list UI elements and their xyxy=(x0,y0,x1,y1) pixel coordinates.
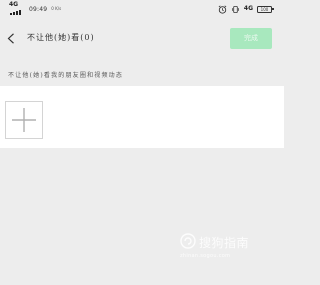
signal-bars xyxy=(10,9,21,15)
battery-level: 100 xyxy=(260,6,269,12)
status-bar: 4G 09:49 0 K/s 4G 100 xyxy=(0,0,284,18)
status-left: 4G 09:49 0 K/s xyxy=(9,1,62,15)
watermark-name: 搜狗指南 xyxy=(199,236,250,250)
signal-icon: 4G xyxy=(9,1,25,15)
battery-icon: 100 xyxy=(257,5,274,13)
network-type: 4G xyxy=(9,1,19,8)
watermark-url: zhinan.sogou.com xyxy=(180,253,231,259)
status-right: 4G 100 xyxy=(218,3,274,15)
watermark-logo xyxy=(180,233,196,249)
net-speed: 0 K/s xyxy=(51,6,62,11)
page-title: 不让他(她)看(0) xyxy=(27,33,95,42)
back-arrow-icon[interactable] xyxy=(7,33,15,44)
clock: 09:49 xyxy=(29,5,48,13)
vibrate-icon xyxy=(231,5,239,13)
done-button[interactable]: 完成 xyxy=(230,28,272,49)
add-member-button[interactable] xyxy=(5,101,43,139)
alarm-icon xyxy=(218,4,227,14)
member-panel xyxy=(0,86,284,148)
plus-icon xyxy=(12,108,36,132)
network-type-right: 4G xyxy=(243,5,253,12)
description-text: 不让他(她)看我的朋友圈和视频动态 xyxy=(8,72,124,79)
watermark: 搜狗指南 zhinan.sogou.com xyxy=(176,231,284,276)
